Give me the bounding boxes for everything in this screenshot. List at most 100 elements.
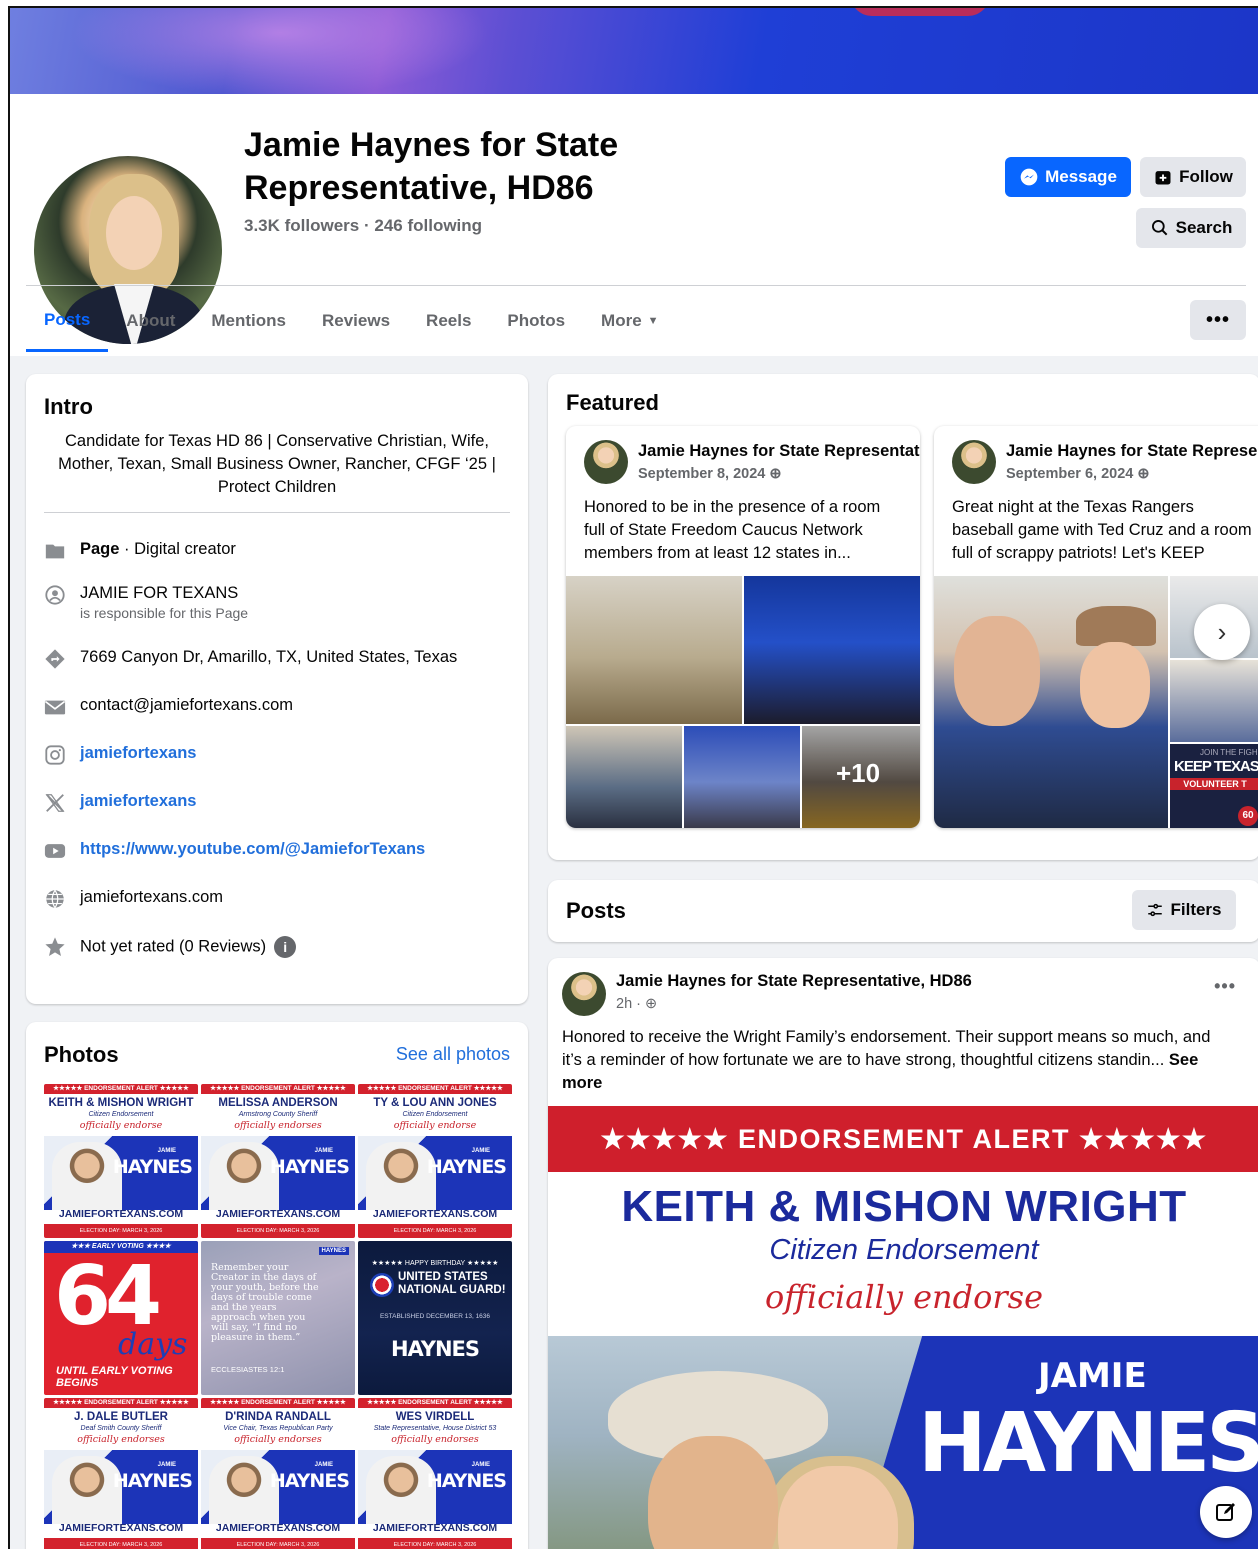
photo-thumbnail[interactable]: ★★★★★ ENDORSEMENT ALERT ★★★★★ TY & LOU A… bbox=[358, 1084, 512, 1238]
endorse-signature: officially endorses bbox=[391, 1434, 479, 1445]
compose-edit-icon[interactable] bbox=[1200, 1486, 1252, 1538]
search-button[interactable]: Search bbox=[1136, 208, 1246, 248]
tile-url: JAMIEFORTEXANS.COM bbox=[58, 1208, 184, 1220]
photo-thumbnail[interactable]: ★★★★★ ENDORSEMENT ALERT ★★★★★ WES VIRDEL… bbox=[358, 1398, 512, 1549]
birthday-strip: ★★★★★ HAPPY BIRTHDAY ★★★★★ bbox=[371, 1260, 499, 1267]
see-all-photos-link[interactable]: See all photos bbox=[396, 1044, 510, 1065]
featured-post[interactable]: Jamie Haynes for State Representative, H… bbox=[566, 426, 920, 828]
collage-photo: +10 bbox=[802, 726, 920, 828]
filters-button[interactable]: Filters bbox=[1132, 890, 1236, 930]
info-icon[interactable]: i bbox=[274, 936, 297, 958]
intro-youtube-row: https://www.youtube.com/@JamieforTexans bbox=[44, 840, 425, 862]
globe-icon bbox=[44, 888, 66, 910]
tab-label: Reels bbox=[426, 311, 472, 330]
endorser-name: J. DALE BUTLER bbox=[74, 1411, 168, 1423]
instagram-link[interactable]: jamiefortexans bbox=[80, 744, 196, 763]
endorser-photo bbox=[52, 1142, 122, 1210]
author-name[interactable]: Jamie Haynes for State Representative, H… bbox=[638, 442, 920, 461]
cover-photo[interactable] bbox=[10, 8, 1258, 94]
photo-thumbnail[interactable]: ★★★★★ ENDORSEMENT ALERT ★★★★★ KEITH & MI… bbox=[44, 1084, 198, 1238]
tile-url: JAMIEFORTEXANS.COM bbox=[215, 1522, 341, 1534]
directions-icon bbox=[44, 648, 66, 670]
email-icon bbox=[44, 696, 66, 718]
tab-photos[interactable]: Photos bbox=[489, 290, 583, 352]
author-name[interactable]: Jamie Haynes for State Representative, H… bbox=[1006, 442, 1258, 461]
tab-about[interactable]: About bbox=[108, 290, 193, 352]
tab-label: Photos bbox=[507, 311, 566, 330]
author-name[interactable]: Jamie Haynes for State Representative, H… bbox=[616, 972, 972, 991]
youtube-link[interactable]: https://www.youtube.com/@JamieforTexans bbox=[80, 840, 425, 859]
verse-reference: ECCLESIASTES 12:1 bbox=[211, 1365, 285, 1374]
message-label: Message bbox=[1045, 167, 1117, 186]
chevron-right-icon[interactable]: › bbox=[1194, 604, 1250, 660]
responsible-sub: is responsible for this Page bbox=[80, 605, 249, 621]
email-text[interactable]: contact@jamiefortexans.com bbox=[80, 696, 293, 715]
post-text: Honored to receive the Wright Family’s e… bbox=[562, 1026, 1232, 1095]
intro-card: Intro Candidate for Texas HD 86 | Conser… bbox=[26, 374, 528, 1004]
post-time[interactable]: 2h · bbox=[616, 996, 641, 1012]
intro-category-row: Page · Digital creator bbox=[44, 540, 236, 562]
photo-thumbnail[interactable]: ★★★★★ HAPPY BIRTHDAY ★★★★★ UNITED STATES… bbox=[358, 1241, 512, 1395]
tab-more[interactable]: More ▼ bbox=[583, 290, 677, 352]
collage-photo: JOIN THE FIGH KEEP TEXAS VOLUNTEER T 60 bbox=[1170, 744, 1258, 828]
tile-url: JAMIEFORTEXANS.COM bbox=[372, 1522, 498, 1534]
responsible-text: JAMIE FOR TEXANS is responsible for this… bbox=[80, 584, 248, 621]
post-excerpt: Great night at the Texas Rangers basebal… bbox=[952, 498, 1252, 562]
photo-thumbnail[interactable]: HAYNES Remember your Creator in the days… bbox=[201, 1241, 355, 1395]
tab-reviews[interactable]: Reviews bbox=[304, 290, 408, 352]
endorsement-strip: ★★★★★ ENDORSEMENT ALERT ★★★★★ bbox=[201, 1398, 355, 1408]
intro-responsible-row: JAMIE FOR TEXANS is responsible for this… bbox=[44, 584, 248, 621]
tile-url: JAMIEFORTEXANS.COM bbox=[215, 1208, 341, 1220]
election-day: ELECTION DAY: MARCH 3, 2026 bbox=[358, 1224, 512, 1238]
x-link[interactable]: jamiefortexans bbox=[80, 792, 196, 811]
x-logo-icon bbox=[44, 792, 66, 814]
more-photos-count: +10 bbox=[836, 758, 881, 788]
author-avatar[interactable] bbox=[562, 972, 606, 1016]
rating-text: Not yet rated (0 Reviews) i bbox=[80, 936, 297, 958]
author-avatar bbox=[952, 440, 996, 484]
guard-name: UNITED STATES NATIONAL GUARD! bbox=[398, 1271, 506, 1296]
address-text[interactable]: 7669 Canyon Dr, Amarillo, TX, United Sta… bbox=[80, 648, 457, 667]
follower-stats[interactable]: 3.3K followers · 246 following bbox=[244, 216, 482, 236]
endorser-title: Vice Chair, Texas Republican Party bbox=[223, 1425, 333, 1432]
photo-thumbnail[interactable]: ★★★★★ ENDORSEMENT ALERT ★★★★★ MELISSA AN… bbox=[201, 1084, 355, 1238]
follow-label: Follow bbox=[1179, 167, 1233, 186]
tab-posts[interactable]: Posts bbox=[26, 290, 109, 352]
post-card: Jamie Haynes for State Representative, H… bbox=[548, 958, 1258, 1549]
endorsement-strip: ★★★★★ ENDORSEMENT ALERT ★★★★★ bbox=[44, 1398, 198, 1408]
photo-thumbnail[interactable]: ★★★★★ ENDORSEMENT ALERT ★★★★★ D'RINDA RA… bbox=[201, 1398, 355, 1549]
more-options-button[interactable]: ••• bbox=[1190, 300, 1246, 340]
endorsement-strip: ★★★★★ ENDORSEMENT ALERT ★★★★★ bbox=[44, 1084, 198, 1094]
follow-button[interactable]: Follow bbox=[1140, 157, 1246, 197]
intro-website-row: jamiefortexans.com bbox=[44, 888, 223, 910]
page-title: Jamie Haynes for State Representative, H… bbox=[244, 126, 619, 207]
featured-card: Featured Jamie Haynes for State Represen… bbox=[548, 374, 1258, 860]
intro-divider bbox=[44, 512, 510, 513]
posts-header: Posts Filters bbox=[548, 880, 1258, 942]
photos-card: Photos See all photos ★★★★★ ENDORSEMENT … bbox=[26, 1022, 528, 1549]
category-label: Page bbox=[80, 540, 120, 558]
intro-title: Intro bbox=[44, 394, 93, 419]
tab-mentions[interactable]: Mentions bbox=[193, 290, 304, 352]
globe-icon: ⊕ bbox=[645, 996, 658, 1012]
banner-keep-texas: KEEP TEXAS bbox=[1174, 758, 1258, 775]
tab-reels[interactable]: Reels bbox=[408, 290, 489, 352]
page-header: Jamie Haynes for State Representative, H… bbox=[10, 94, 1258, 356]
collage-photo bbox=[684, 726, 800, 828]
tab-label: Mentions bbox=[211, 311, 286, 330]
post-date-text: September 6, 2024 bbox=[1006, 466, 1134, 482]
jamie-text: JAMIE bbox=[1038, 1356, 1147, 1396]
post-image[interactable]: ★★★★★ ENDORSEMENT ALERT ★★★★★ KEITH & MI… bbox=[548, 1106, 1258, 1549]
photo-thumbnail[interactable]: ★★★ EARLY VOTING ★★★★ 64 days UNTIL EARL… bbox=[44, 1241, 198, 1395]
website-text[interactable]: jamiefortexans.com bbox=[80, 888, 223, 907]
endorsement-type: Citizen Endorsement bbox=[769, 1234, 1039, 1266]
post-options-icon[interactable]: ••• bbox=[1214, 976, 1236, 997]
message-button[interactable]: Message bbox=[1005, 157, 1131, 197]
photo-grid: ★★★★★ ENDORSEMENT ALERT ★★★★★ KEITH & MI… bbox=[44, 1084, 512, 1549]
collage-photo bbox=[744, 576, 920, 724]
follow-icon bbox=[1155, 171, 1171, 185]
page-tabs: Posts About Mentions Reviews Reels Photo… bbox=[26, 290, 677, 356]
photo-thumbnail[interactable]: ★★★★★ ENDORSEMENT ALERT ★★★★★ J. DALE BU… bbox=[44, 1398, 198, 1549]
globe-icon: ⊕ bbox=[765, 466, 782, 482]
instagram-icon bbox=[44, 744, 66, 766]
